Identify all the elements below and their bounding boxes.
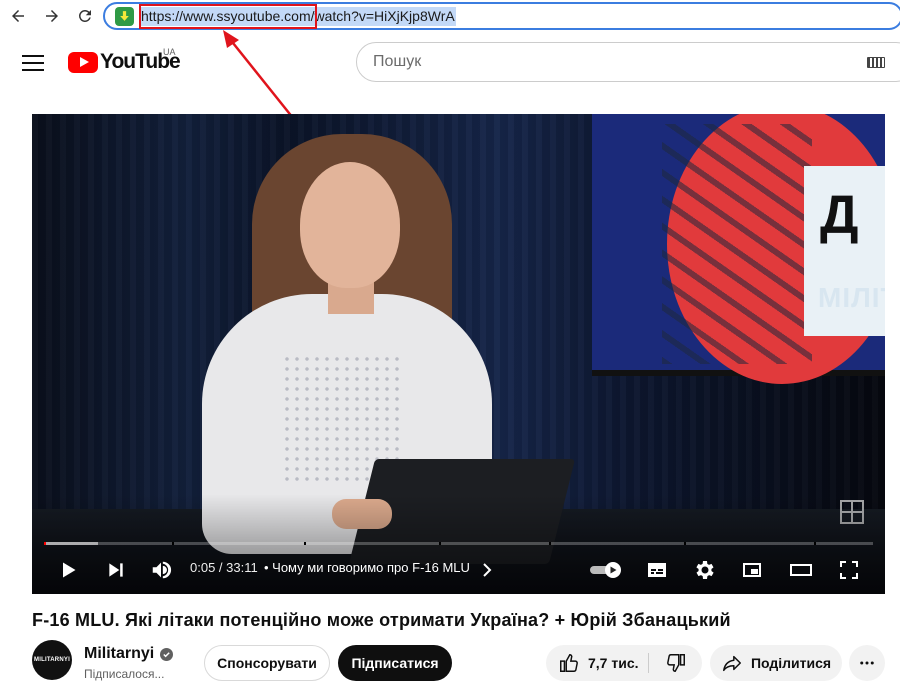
avatar-logo-text: MILITARNYI: [34, 657, 70, 663]
annotation-highlight-box: [139, 4, 317, 29]
autoplay-toggle[interactable]: [588, 556, 624, 584]
chapter-chevron-icon[interactable]: [480, 556, 494, 584]
subscriber-text: Підписалося...: [84, 667, 165, 681]
theater-mode-icon: [790, 564, 812, 576]
time-display: 0:05 / 33:11: [190, 560, 258, 575]
youtube-header: YouTube UA Пошук: [0, 36, 900, 92]
progress-buffered: [44, 542, 98, 545]
subtitles-button[interactable]: [643, 556, 671, 584]
like-dislike-group: 7,7 тис.: [546, 645, 702, 681]
volume-icon: [152, 561, 172, 579]
settings-button[interactable]: [691, 556, 719, 584]
screen-logo-text: МІЛІТ: [818, 282, 885, 313]
browser-toolbar: https://www.ssyoutube.com/watch?v=HiXjKj…: [0, 0, 900, 33]
thumbs-up-icon: [560, 654, 578, 672]
autoplay-toggle-icon: [590, 562, 621, 578]
share-label: Поділитися: [750, 655, 832, 671]
keyboard-icon[interactable]: [867, 57, 885, 68]
share-icon: [722, 655, 741, 672]
play-button[interactable]: [54, 556, 82, 584]
miniplayer-icon: [743, 563, 761, 577]
dislike-button[interactable]: [649, 645, 702, 681]
reload-icon: [78, 9, 91, 22]
thumbs-down-icon: [666, 654, 685, 672]
chapter-title[interactable]: • Чому ми говоримо про F-16 MLU: [264, 560, 470, 575]
arrow-left-icon: [12, 10, 24, 22]
back-button[interactable]: [6, 5, 30, 27]
studio-screen: Д МІЛІТ: [592, 114, 885, 384]
channel-avatar[interactable]: MILITARNYI: [32, 640, 72, 680]
screen-logo-letter: Д: [820, 185, 859, 245]
download-extension-icon[interactable]: [115, 7, 134, 26]
more-actions-button[interactable]: [849, 645, 885, 681]
region-code: UA: [163, 47, 176, 57]
fullscreen-button[interactable]: [835, 556, 863, 584]
theater-mode-button[interactable]: [787, 556, 815, 584]
channel-name[interactable]: Militarnyi: [84, 645, 154, 663]
progress-played: [44, 542, 47, 545]
sponsor-button[interactable]: Спонсорувати: [204, 645, 330, 681]
like-button[interactable]: 7,7 тис.: [546, 645, 648, 681]
menu-icon[interactable]: [22, 53, 44, 73]
subscribe-button[interactable]: Підписатися: [338, 645, 452, 681]
arrow-right-icon: [46, 10, 58, 22]
verified-icon: [160, 647, 174, 661]
like-count: 7,7 тис.: [588, 655, 639, 671]
youtube-play-icon: [68, 51, 98, 73]
play-icon: [63, 562, 76, 578]
forward-button[interactable]: [40, 5, 64, 27]
share-button[interactable]: Поділитися: [710, 645, 842, 681]
video-title: F-16 MLU. Які літаки потенційно може отр…: [32, 610, 731, 630]
subtitles-icon: [648, 563, 666, 577]
skip-next-icon: [109, 563, 123, 577]
search-input[interactable]: Пошук: [373, 43, 421, 81]
fullscreen-icon: [840, 561, 858, 579]
video-player[interactable]: Д МІЛІТ 0:05 / 33:11 • Чому ми говоримо …: [32, 114, 885, 594]
progress-bar[interactable]: [44, 542, 873, 545]
search-box[interactable]: Пошук: [356, 42, 900, 82]
mute-button[interactable]: [146, 556, 176, 584]
channel-name-row[interactable]: Militarnyi: [84, 645, 174, 663]
miniplayer-button[interactable]: [738, 556, 766, 584]
next-button[interactable]: [102, 556, 130, 584]
more-horizontal-icon: [860, 661, 874, 665]
gear-icon: [696, 561, 714, 579]
reload-button[interactable]: [73, 5, 97, 27]
